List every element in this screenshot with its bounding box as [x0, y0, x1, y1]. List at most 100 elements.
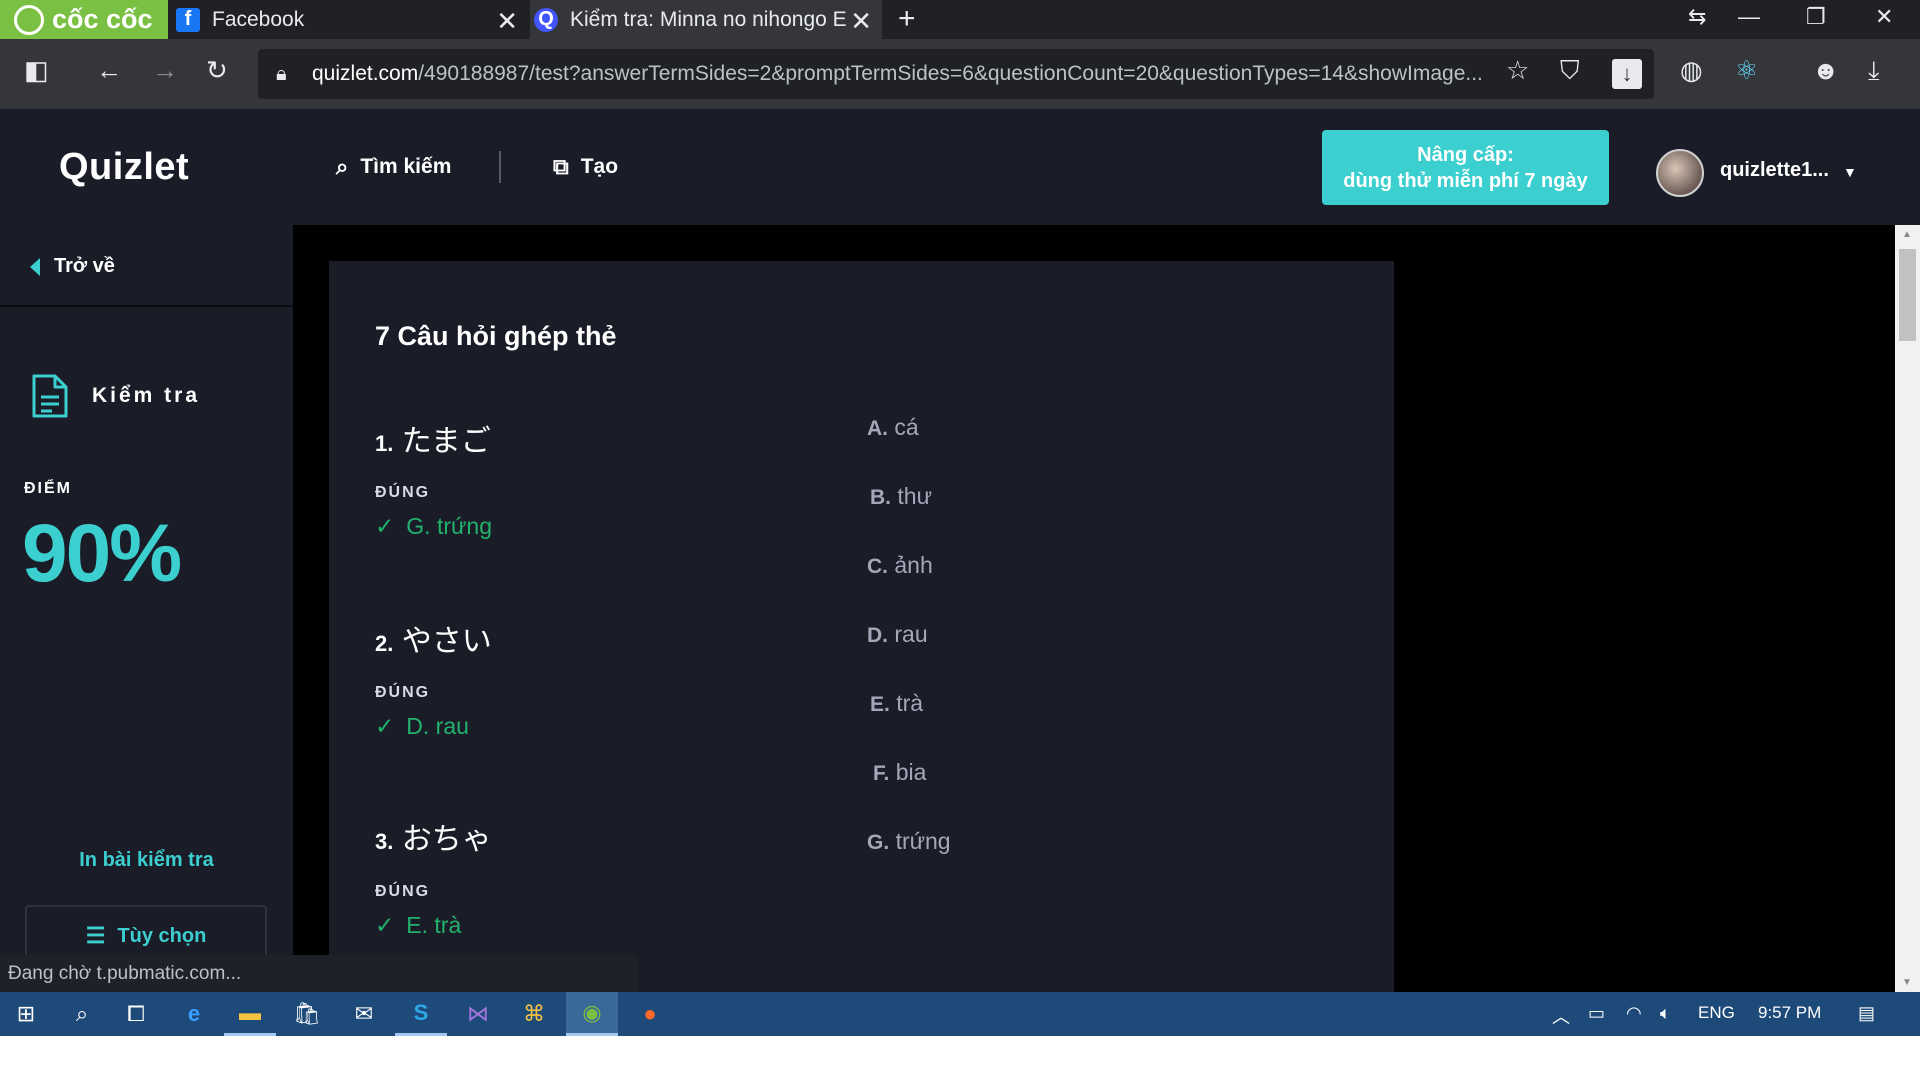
close-tab-icon[interactable]: ✕	[850, 6, 872, 37]
question-3-term: 3. おちゃ	[375, 814, 492, 858]
tab-title: Kiểm tra: Minna no nihongo E	[570, 7, 847, 31]
scroll-up-arrow-icon[interactable]: ▲	[1902, 229, 1912, 240]
coccoc-taskbar-icon[interactable]: ◉	[566, 992, 618, 1036]
answer-text: E. trà	[406, 912, 462, 938]
downloads-icon[interactable]: ⤓	[1868, 57, 1880, 83]
mode-label: Kiểm tra	[92, 384, 201, 407]
score-value: 90%	[22, 508, 182, 599]
clock[interactable]: 9:57 PM	[1758, 1003, 1821, 1023]
question-1-term: 1. たまご	[375, 416, 491, 460]
task-view-icon[interactable]: ⧠	[110, 992, 162, 1036]
choice-letter: G.	[867, 831, 890, 854]
mail-icon[interactable]: ✉	[338, 992, 390, 1036]
upgrade-line1: Nâng cấp:	[1417, 143, 1514, 166]
question-number: 3.	[375, 829, 394, 854]
wifi-icon[interactable]: ◠	[1626, 1003, 1642, 1024]
chevron-up-icon[interactable]: ︿	[1552, 1003, 1570, 1029]
visual-studio-icon[interactable]: ⋈	[452, 992, 504, 1036]
brand-label: cốc cốc	[52, 4, 153, 34]
volume-icon[interactable]: 🔈︎	[1660, 1003, 1671, 1024]
chevron-down-icon[interactable]: ▼	[1843, 164, 1857, 180]
question-1-answer: ✓ G. trứng	[375, 513, 492, 540]
question-2-answer: ✓ D. rau	[375, 713, 469, 740]
lock-icon: 🔒︎	[276, 62, 287, 85]
check-icon: ✓	[375, 912, 395, 938]
quizlet-logo[interactable]: Quizlet	[59, 146, 189, 189]
question-2-term: 2. やさい	[375, 616, 492, 660]
upgrade-button[interactable]: Nâng cấp: dùng thử miễn phí 7 ngày	[1322, 130, 1609, 205]
sidebar-divider	[0, 305, 293, 307]
tab-quizlet-test[interactable]: Q Kiểm tra: Minna no nihongo E ✕	[530, 0, 882, 39]
choice-a: A. cá	[867, 414, 919, 441]
screen-bottom-area	[0, 1036, 1920, 1080]
sliders-icon: ☰	[85, 923, 106, 948]
battery-icon[interactable]: ▭	[1588, 1003, 1605, 1024]
python-icon[interactable]: ⌘	[508, 992, 560, 1036]
page-scrollbar[interactable]: ▲ ▼	[1895, 225, 1920, 992]
app-header: Quizlet ⌕ Tìm kiếm ⧉ Tạo Nâng cấp: dùng …	[0, 109, 1920, 225]
windows-taskbar: ⊞ ⌕ ⧠ e ▬ 🛍︎ ✉ S ⋈ ⌘ ◉ ● ︿ ▭ ◠ 🔈︎ ENG 9:…	[0, 992, 1920, 1036]
scroll-down-arrow-icon[interactable]: ▼	[1902, 977, 1912, 988]
search-button[interactable]: ⌕ Tìm kiếm	[336, 154, 451, 180]
check-icon: ✓	[375, 713, 395, 739]
notifications-icon[interactable]: ▤	[1858, 1003, 1875, 1024]
back-link[interactable]: Trở về	[30, 255, 115, 278]
facebook-icon: f	[176, 7, 200, 32]
back-arrow-icon[interactable]: ←	[96, 57, 122, 83]
browser-tab-bar: cốc cốc f Facebook ✕ Q Kiểm tra: Minna n…	[0, 0, 1920, 39]
close-tab-icon[interactable]: ✕	[496, 6, 518, 37]
question-3-answer: ✓ E. trà	[375, 912, 461, 939]
minimize-button[interactable]: —	[1738, 4, 1760, 30]
options-label: Tùy chọn	[117, 924, 207, 947]
check-icon: ✓	[375, 513, 395, 539]
new-tab-button[interactable]: +	[898, 2, 916, 36]
choice-letter: F.	[873, 762, 890, 785]
close-window-button[interactable]: ✕	[1875, 4, 1893, 30]
tab-title: Facebook	[212, 7, 305, 31]
windows-start-icon[interactable]: ⊞	[0, 992, 52, 1036]
choice-text: bia	[895, 759, 927, 785]
restore-button[interactable]: ❐	[1806, 4, 1826, 30]
react-devtools-icon[interactable]: ⚛	[1735, 57, 1758, 83]
create-button[interactable]: ⧉ Tạo	[553, 154, 618, 180]
tab-facebook[interactable]: f Facebook ✕	[172, 0, 528, 39]
edge-icon[interactable]: e	[168, 992, 220, 1036]
username[interactable]: quizlette1...	[1720, 159, 1829, 182]
answer-text: G. trứng	[406, 513, 492, 539]
coccoc-menu-button[interactable]: cốc cốc	[0, 0, 168, 39]
question-term: やさい	[401, 625, 492, 658]
avatar[interactable]	[1656, 149, 1704, 197]
question-number: 2.	[375, 631, 394, 656]
bookmark-star-icon[interactable]: ☆	[1506, 57, 1529, 83]
tab-search-icon[interactable]: ⇆	[1688, 4, 1706, 30]
download-page-icon[interactable]: ↓	[1612, 59, 1642, 89]
question-term: おちゃ	[401, 823, 492, 856]
question-2-status: ĐÚNG	[375, 684, 431, 701]
quizlet-icon: Q	[534, 7, 558, 32]
postman-icon[interactable]: ●	[624, 992, 676, 1036]
choice-text: trà	[896, 690, 924, 716]
forward-arrow-icon[interactable]: →	[152, 57, 178, 83]
search-label: Tìm kiếm	[360, 155, 452, 178]
skype-icon[interactable]: S	[395, 992, 447, 1036]
shield-icon[interactable]: ⛉	[1560, 57, 1580, 83]
store-icon[interactable]: 🛍︎	[281, 992, 333, 1036]
profile-icon[interactable]: ☻	[1812, 57, 1839, 83]
choice-letter: B.	[870, 486, 891, 509]
extension-icon[interactable]: ◍	[1680, 57, 1703, 83]
address-bar[interactable]: 🔒︎ quizlet.com /490188987/test?answerTer…	[258, 49, 1654, 99]
print-test-link[interactable]: In bài kiểm tra	[0, 849, 293, 872]
choice-letter: A.	[867, 417, 888, 440]
choice-c: C. ảnh	[867, 552, 933, 579]
url-host: quizlet.com	[312, 62, 419, 85]
language-indicator[interactable]: ENG	[1698, 1003, 1735, 1023]
search-icon[interactable]: ⌕	[56, 992, 108, 1036]
file-explorer-icon[interactable]: ▬	[224, 992, 276, 1036]
scrollbar-thumb[interactable]	[1899, 249, 1916, 341]
reload-icon[interactable]: ↻	[206, 57, 228, 83]
sidebar-toggle-icon[interactable]: ◧	[24, 57, 49, 83]
answer-text: D. rau	[406, 713, 469, 739]
upgrade-line2: dùng thử miễn phí 7 ngày	[1343, 169, 1588, 192]
choice-letter: C.	[867, 555, 888, 578]
search-icon: ⌕	[336, 154, 349, 179]
